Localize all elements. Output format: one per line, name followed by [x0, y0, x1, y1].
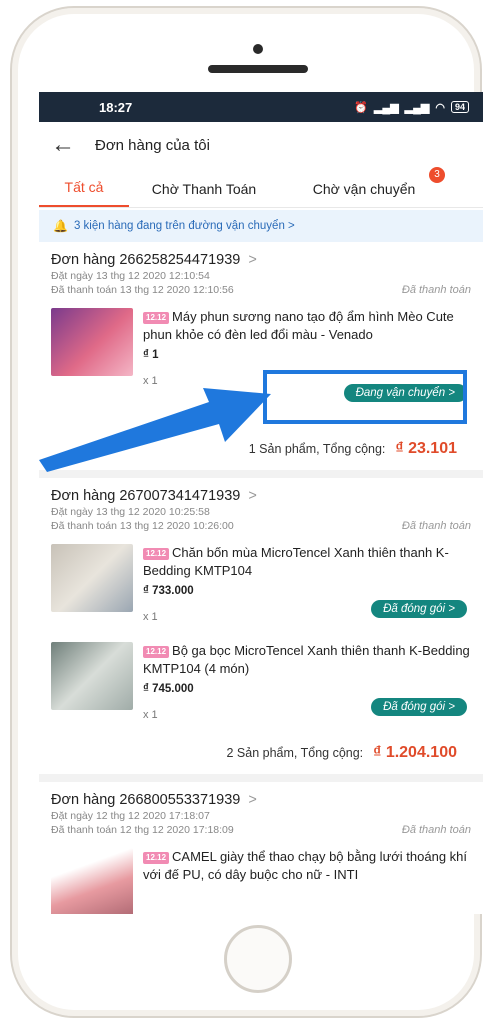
order-paid: Đã thanh toán 13 thg 12 2020 12:10:56: [51, 284, 234, 296]
order-paid-row: Đã thanh toán 12 thg 12 2020 17:18:09 Đã…: [51, 824, 471, 836]
order-paid-row: Đã thanh toán 13 thg 12 2020 10:26:00 Đã…: [51, 520, 471, 532]
home-button[interactable]: [224, 925, 292, 993]
order-title: Đơn hàng 266800553371939: [51, 792, 241, 808]
order-placed-row: Đặt ngày 13 thg 12 2020 12:10:54: [51, 270, 471, 282]
order-total-value: ₫ 23.101: [395, 440, 457, 457]
order-total-row: 2 Sản phẩm, Tổng cộng: ₫ 1.204.100: [51, 744, 471, 762]
app-header: ← Đơn hàng của tôi: [39, 122, 483, 168]
order-title-row: Đơn hàng 267007341471939 >: [51, 488, 471, 504]
order-paid: Đã thanh toán 13 thg 12 2020 10:26:00: [51, 520, 234, 532]
packed-status-button[interactable]: Đã đóng gói >: [371, 600, 467, 618]
order-title: Đơn hàng 267007341471939: [51, 488, 241, 504]
status-bar: 18:27 ⏰ ▂▄▆ ▂▄▆ ◠ 94: [39, 92, 483, 122]
highlight-box: [263, 370, 467, 424]
product-name: Bộ ga bọc MicroTencel Xanh thiên thanh K…: [143, 643, 470, 676]
tab-awaiting-shipping[interactable]: Chờ vận chuyển 3: [279, 167, 449, 207]
phone-frame: 18:27 ⏰ ▂▄▆ ▂▄▆ ◠ 94 ← Đơn hàng của tôi …: [10, 6, 483, 1018]
order-card[interactable]: Đơn hàng 267007341471939 > Đặt ngày 13 t…: [39, 478, 483, 782]
earpiece: [208, 65, 308, 73]
product-thumbnail: [51, 848, 133, 914]
order-item[interactable]: 12.12 CAMEL giày thể thao chạy bộ bằng lư…: [51, 848, 471, 914]
order-placed: Đặt ngày 13 thg 12 2020 10:25:58: [51, 506, 210, 518]
signal-icon: ▂▄▆: [373, 101, 399, 114]
order-placed-row: Đặt ngày 13 thg 12 2020 10:25:58: [51, 506, 471, 518]
order-placed-row: Đặt ngày 12 thg 12 2020 17:18:07: [51, 810, 471, 822]
status-icons: ⏰ ▂▄▆ ▂▄▆ ◠ 94: [354, 101, 469, 114]
order-tabs: Tất cả Chờ Thanh Toán Chờ vận chuyển 3: [39, 167, 483, 208]
wifi-icon: ◠: [435, 101, 445, 114]
order-status: Đã thanh toán: [401, 520, 471, 532]
order-total-value: ₫ 1.204.100: [373, 744, 457, 761]
app-screen: 18:27 ⏰ ▂▄▆ ▂▄▆ ◠ 94 ← Đơn hàng của tôi …: [39, 92, 483, 914]
order-total-label: 2 Sản phẩm, Tổng cộng:: [226, 746, 364, 760]
order-paid-row: Đã thanh toán 13 thg 12 2020 12:10:56 Đã…: [51, 284, 471, 296]
order-placed: Đặt ngày 13 thg 12 2020 12:10:54: [51, 270, 210, 282]
order-status: Đã thanh toán: [401, 824, 471, 836]
bell-icon: 🔔: [53, 219, 68, 233]
notice-text: 3 kiện hàng đang trên đường vận chuyển >: [73, 220, 295, 232]
back-arrow-icon[interactable]: ←: [51, 131, 77, 159]
chevron-right-icon: >: [248, 488, 257, 504]
tab-badge: 3: [429, 167, 445, 183]
sale-tag: 12.12: [143, 851, 170, 864]
product-name: CAMEL giày thể thao chạy bộ bằng lưới th…: [143, 849, 468, 882]
product-name: Chăn bốn mùa MicroTencel Xanh thiên than…: [143, 545, 449, 578]
battery-icon: 94: [450, 101, 469, 113]
tab-awaiting-payment[interactable]: Chờ Thanh Toán: [129, 181, 279, 207]
order-title-row: Đơn hàng 266800553371939 >: [51, 792, 471, 808]
packed-status-button[interactable]: Đã đóng gói >: [371, 698, 467, 716]
sale-tag: 12.12: [143, 547, 170, 560]
camera-dot: [253, 44, 263, 54]
order-item[interactable]: 12.12 Bộ ga bọc MicroTencel Xanh thiên th…: [51, 642, 471, 728]
tab-all[interactable]: Tất cả: [39, 179, 129, 207]
signal-icon-2: ▂▄▆: [404, 101, 430, 114]
order-item[interactable]: 12.12 Chăn bốn mùa MicroTencel Xanh thiên…: [51, 544, 471, 630]
order-paid: Đã thanh toán 12 thg 12 2020 17:18:09: [51, 824, 234, 836]
product-thumbnail: [51, 642, 133, 710]
chevron-right-icon: >: [248, 252, 257, 268]
order-title-row: Đơn hàng 266258254471939 >: [51, 252, 471, 268]
product-price: ₫ 745.000: [143, 683, 194, 695]
product-info: 12.12 CAMEL giày thể thao chạy bộ bằng lư…: [143, 848, 471, 914]
page-title: Đơn hàng của tôi: [95, 136, 210, 154]
product-price: ₫ 733.000: [143, 585, 194, 597]
tab-awaiting-shipping-label: Chờ vận chuyển: [312, 181, 416, 197]
order-status: Đã thanh toán: [401, 284, 471, 296]
shipping-notice[interactable]: 🔔 3 kiện hàng đang trên đường vận chuyển…: [39, 210, 483, 242]
sale-tag: 12.12: [143, 311, 170, 324]
alarm-icon: ⏰: [354, 101, 368, 114]
product-thumbnail: [51, 544, 133, 612]
chevron-right-icon: >: [248, 792, 257, 808]
product-name: Máy phun sương nano tạo độ ẩm hình Mèo C…: [143, 309, 454, 342]
order-placed: Đặt ngày 12 thg 12 2020 17:18:07: [51, 810, 210, 822]
order-card[interactable]: Đơn hàng 266800553371939 > Đặt ngày 12 t…: [39, 782, 483, 914]
order-title: Đơn hàng 266258254471939: [51, 252, 241, 268]
status-time: 18:27: [99, 99, 133, 115]
sale-tag: 12.12: [143, 645, 170, 658]
pointer-arrow-icon: [39, 388, 271, 472]
